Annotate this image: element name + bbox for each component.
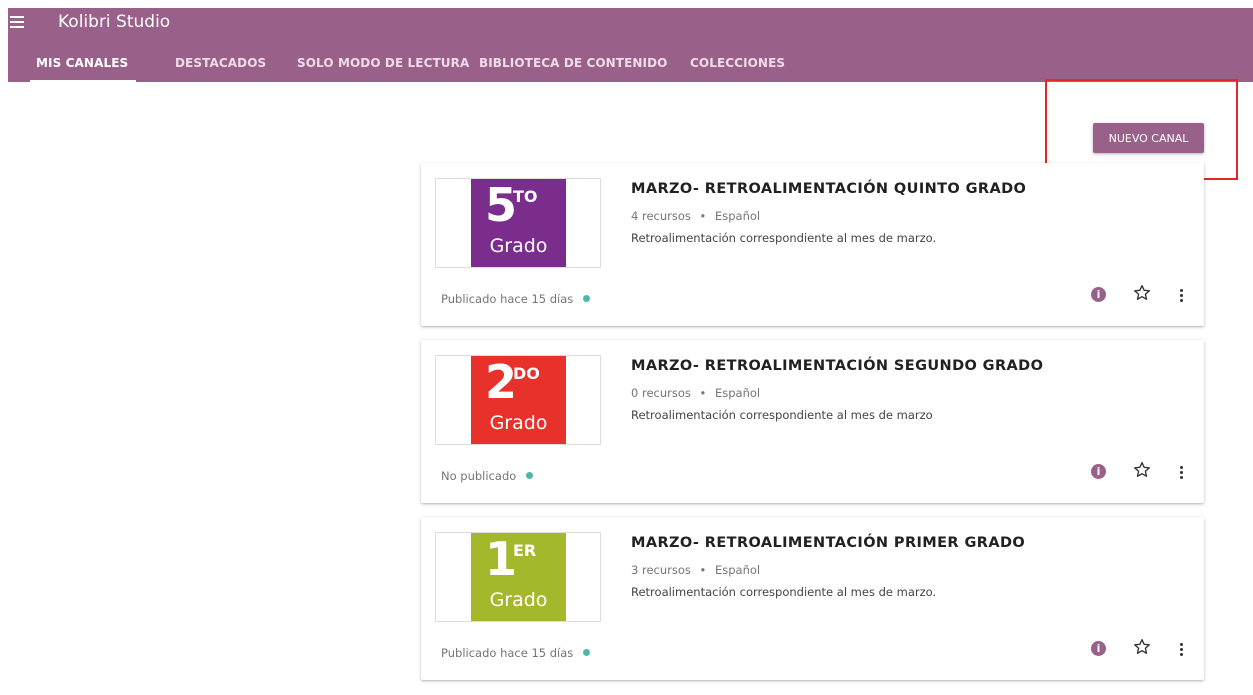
thumbnail-badge: 2 DO Grado <box>471 355 566 444</box>
thumbnail-word: Grado <box>489 589 548 611</box>
thumbnail-superscript: TO <box>513 187 538 206</box>
more-vert-icon[interactable] <box>1179 286 1185 304</box>
info-icon[interactable]: i <box>1091 641 1106 656</box>
channel-meta: 4 recursos • Español <box>631 209 760 223</box>
star-outline-icon[interactable] <box>1132 637 1152 657</box>
publish-status-text: No publicado <box>441 469 517 483</box>
channel-card[interactable]: 2 DO Grado MARZO- RETROALIMENTACIÓN SEGU… <box>421 340 1204 503</box>
tab-destacados[interactable]: DESTACADOS <box>175 48 266 82</box>
channel-thumbnail: 5 TO Grado <box>435 178 601 268</box>
channel-meta: 3 recursos • Español <box>631 563 760 577</box>
thumbnail-superscript: DO <box>513 364 540 383</box>
publish-status: Publicado hace 15 días <box>441 646 591 660</box>
resource-count: 4 recursos <box>631 209 691 223</box>
tab-colecciones[interactable]: COLECCIONES <box>690 48 785 82</box>
thumbnail-badge: 1 ER Grado <box>471 532 566 621</box>
meta-separator: • <box>699 209 707 223</box>
tab-biblioteca-de-contenido[interactable]: BIBLIOTECA DE CONTENIDO <box>479 48 667 82</box>
tab-mis-canales[interactable]: MIS CANALES <box>29 48 137 82</box>
star-outline-icon[interactable] <box>1132 460 1152 480</box>
channel-description: Retroalimentación correspondiente al mes… <box>631 408 933 422</box>
info-icon[interactable]: i <box>1091 464 1106 479</box>
more-vert-icon[interactable] <box>1179 640 1185 658</box>
channel-description: Retroalimentación correspondiente al mes… <box>631 231 937 245</box>
channel-language: Español <box>715 209 761 223</box>
info-icon[interactable]: i <box>1091 287 1106 302</box>
status-dot <box>583 295 591 302</box>
channel-title: MARZO- RETROALIMENTACIÓN PRIMER GRADO <box>631 535 1026 551</box>
channel-thumbnail: 2 DO Grado <box>435 355 601 445</box>
channel-language: Español <box>715 563 761 577</box>
channel-title: MARZO- RETROALIMENTACIÓN SEGUNDO GRADO <box>631 358 1044 374</box>
tab-solo-modo-de-lectura[interactable]: SOLO MODO DE LECTURA <box>297 48 469 82</box>
thumbnail-badge: 5 TO Grado <box>471 178 566 267</box>
publish-status-text: Publicado hace 15 días <box>441 292 574 306</box>
tab-bar: MIS CANALES DESTACADOS SOLO MODO DE LECT… <box>8 48 1253 82</box>
channel-thumbnail: 1 ER Grado <box>435 532 601 622</box>
channel-card[interactable]: 1 ER Grado MARZO- RETROALIMENTACIÓN PRIM… <box>421 517 1204 680</box>
publish-status: Publicado hace 15 días <box>441 292 591 306</box>
app-title: Kolibri Studio <box>58 12 171 32</box>
meta-separator: • <box>699 563 707 577</box>
more-vert-icon[interactable] <box>1179 463 1185 481</box>
publish-status-text: Publicado hace 15 días <box>441 646 574 660</box>
meta-separator: • <box>699 386 707 400</box>
menu-icon[interactable] <box>10 15 32 31</box>
star-outline-icon[interactable] <box>1132 283 1152 303</box>
thumbnail-word: Grado <box>489 412 548 434</box>
resource-count: 3 recursos <box>631 563 691 577</box>
thumbnail-superscript: ER <box>513 541 537 560</box>
channel-card[interactable]: 5 TO Grado MARZO- RETROALIMENTACIÓN QUIN… <box>421 163 1204 326</box>
app-bar: Kolibri Studio MIS CANALES DESTACADOS SO… <box>8 8 1253 82</box>
status-dot <box>583 649 591 656</box>
status-dot <box>526 472 534 479</box>
channel-title: MARZO- RETROALIMENTACIÓN QUINTO GRADO <box>631 181 1027 197</box>
publish-status: No publicado <box>441 469 534 483</box>
channel-description: Retroalimentación correspondiente al mes… <box>631 585 937 599</box>
thumbnail-word: Grado <box>489 235 548 257</box>
channel-language: Español <box>715 386 761 400</box>
channel-meta: 0 recursos • Español <box>631 386 760 400</box>
resource-count: 0 recursos <box>631 386 691 400</box>
